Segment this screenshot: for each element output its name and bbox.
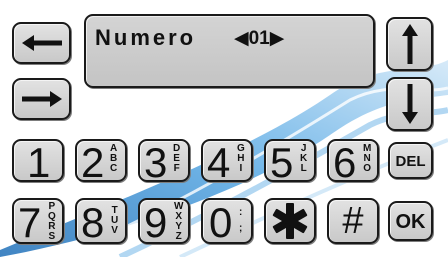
hash-button[interactable]: # xyxy=(327,198,379,244)
display-value: ◀01▶ xyxy=(234,28,285,49)
key-7[interactable]: 7 P Q R S xyxy=(12,198,64,246)
asterisk-icon xyxy=(272,203,308,239)
up-arrow-button[interactable] xyxy=(386,17,433,71)
key-8-digit: 8 xyxy=(81,199,105,246)
display-label: Numero xyxy=(95,25,197,50)
key-6[interactable]: 6 M N O xyxy=(327,139,379,186)
key-1[interactable]: 1 xyxy=(12,139,64,186)
arrow-up-icon xyxy=(402,24,418,64)
arrow-down-icon xyxy=(402,84,418,124)
ok-label: OK xyxy=(395,211,426,233)
key-2[interactable]: 2 A B C xyxy=(75,139,127,186)
down-arrow-button[interactable] xyxy=(386,77,433,131)
right-arrow-button[interactable] xyxy=(12,78,71,120)
key-1-digit: 1 xyxy=(27,139,51,186)
key-5-letters: J K L xyxy=(300,143,308,174)
key-2-letters: A B C xyxy=(110,143,118,174)
key-0[interactable]: 0 : ; xyxy=(201,198,253,246)
key-0-symbols: : ; xyxy=(239,207,243,234)
star-button[interactable] xyxy=(264,198,316,244)
lcd-display: Numero ◀01▶ xyxy=(84,14,375,88)
arrow-right-icon xyxy=(22,91,62,107)
key-8-letters: T U V xyxy=(111,205,119,236)
keypad-screen: Numero ◀01▶ 1 2 A B C 3 D E F 4 G H I 5 … xyxy=(0,0,448,257)
key-3[interactable]: 3 D E F xyxy=(138,139,190,186)
key-6-letters: M N O xyxy=(363,143,372,174)
key-4[interactable]: 4 G H I xyxy=(201,139,253,186)
key-4-digit: 4 xyxy=(207,139,231,186)
delete-label: DEL xyxy=(395,153,426,170)
delete-button[interactable]: DEL xyxy=(388,142,433,179)
left-arrow-button[interactable] xyxy=(12,22,71,64)
key-9-letters: W X Y Z xyxy=(174,201,184,242)
key-5-digit: 5 xyxy=(270,139,294,186)
key-6-digit: 6 xyxy=(333,139,357,186)
key-9-digit: 9 xyxy=(144,199,168,246)
key-2-digit: 2 xyxy=(81,139,105,186)
key-7-digit: 7 xyxy=(18,199,42,246)
key-8[interactable]: 8 T U V xyxy=(75,198,127,246)
key-5[interactable]: 5 J K L xyxy=(264,139,316,186)
key-3-letters: D E F xyxy=(173,143,181,174)
key-3-digit: 3 xyxy=(144,139,168,186)
key-4-letters: G H I xyxy=(237,143,245,174)
key-0-digit: 0 xyxy=(209,199,233,246)
ok-button[interactable]: OK xyxy=(388,201,433,241)
arrow-left-icon xyxy=(22,35,62,51)
key-9[interactable]: 9 W X Y Z xyxy=(138,198,190,246)
hash-symbol: # xyxy=(342,200,364,242)
key-7-letters: P Q R S xyxy=(48,201,56,242)
